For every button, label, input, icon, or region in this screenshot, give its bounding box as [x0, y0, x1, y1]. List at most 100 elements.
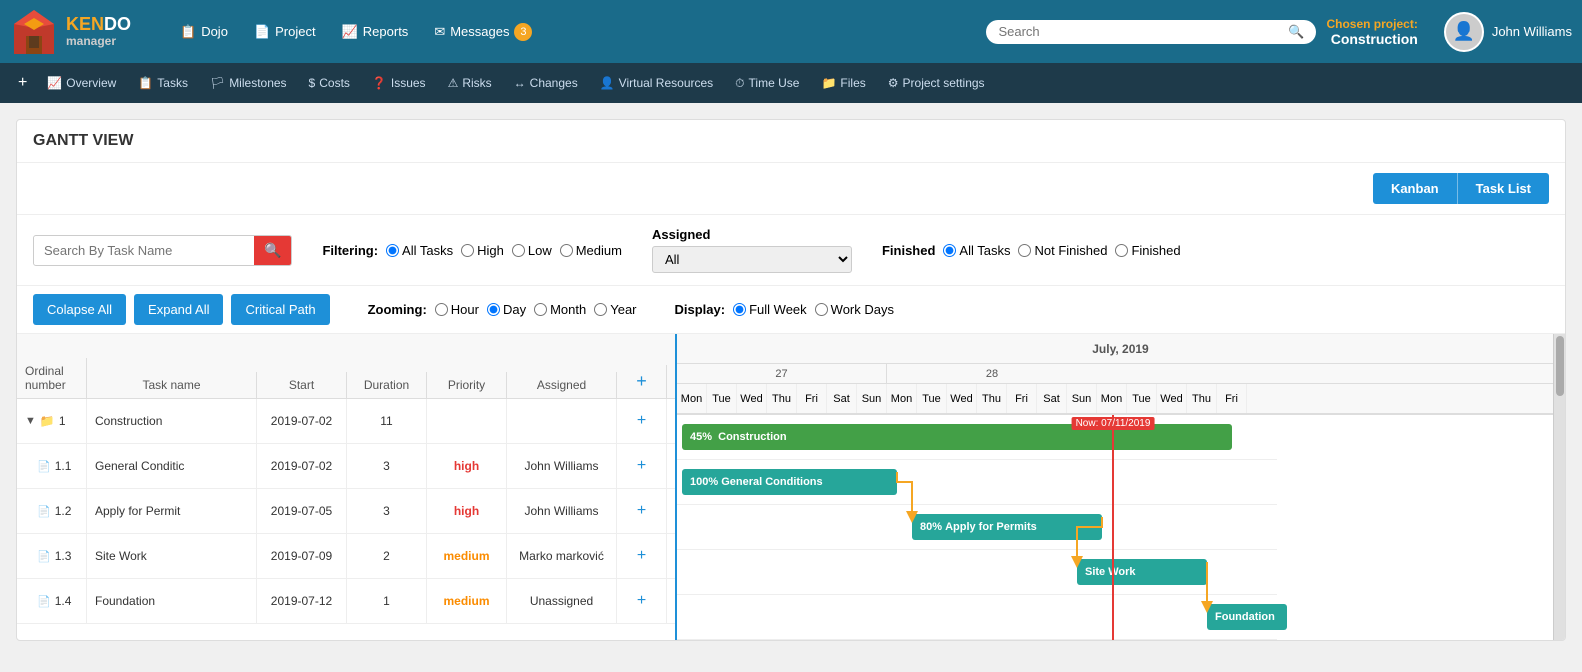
- gantt-row-1-3: Site Work: [677, 550, 1277, 595]
- nav-milestones[interactable]: 🏳 Milestones: [200, 72, 297, 94]
- dojo-icon: 📋: [180, 24, 196, 40]
- td-priority-1-2: high: [427, 489, 507, 533]
- nav-time-use[interactable]: ⏱ Time Use: [725, 72, 809, 95]
- td-taskname-1-4: Foundation: [87, 579, 257, 623]
- scrollbar[interactable]: [1553, 334, 1565, 640]
- kanban-button[interactable]: Kanban: [1373, 173, 1457, 204]
- day-cell-thu3: Thu: [1187, 384, 1217, 413]
- search-input[interactable]: [998, 24, 1288, 39]
- zoom-day[interactable]: Day: [487, 302, 526, 317]
- overview-icon: 📈: [47, 76, 62, 90]
- day-cell-sun1: Sun: [857, 384, 887, 413]
- tasks-icon: 📋: [138, 76, 153, 90]
- task-search-button[interactable]: 🔍: [254, 236, 291, 265]
- folder-icon-1: 📁: [40, 414, 55, 428]
- search-icon: 🔍: [1288, 24, 1304, 40]
- display-fullweek[interactable]: Full Week: [733, 302, 807, 317]
- nav-virtual-resources[interactable]: 👤 Virtual Resources: [590, 72, 723, 94]
- filter-all-tasks[interactable]: All Tasks: [386, 243, 453, 258]
- nav-project[interactable]: 📄 Project: [244, 18, 326, 46]
- td-start-1-4: 2019-07-12: [257, 579, 347, 623]
- finished-yes[interactable]: Finished: [1115, 243, 1180, 258]
- zoom-year[interactable]: Year: [594, 302, 636, 317]
- gantt-month-label: July, 2019: [677, 334, 1565, 363]
- nav-tasks[interactable]: 📋 Tasks: [128, 72, 198, 94]
- time-icon: ⏱: [735, 76, 744, 91]
- task-table-header: Ordinal number Task name Start Duration …: [17, 334, 675, 399]
- zoom-month[interactable]: Month: [534, 302, 586, 317]
- day-cell-mon3: Mon: [1097, 384, 1127, 413]
- add-button[interactable]: +: [10, 70, 35, 96]
- day-cell-sat1: Sat: [827, 384, 857, 413]
- day-cell-fri1: Fri: [797, 384, 827, 413]
- zoom-group: Zooming: Hour Day Month Year: [368, 302, 637, 317]
- collapse-all-button[interactable]: Colapse All: [33, 294, 126, 325]
- td-assigned-1-2: John Williams: [507, 489, 617, 533]
- chosen-project: Chosen project: Construction: [1326, 17, 1417, 47]
- changes-icon: ↔: [514, 76, 526, 90]
- gantt-row-1-1: 100% General Conditions: [677, 460, 1277, 505]
- nav-overview[interactable]: 📈 Overview: [37, 72, 126, 94]
- td-duration-1-3: 2: [347, 534, 427, 578]
- finished-not[interactable]: Not Finished: [1018, 243, 1107, 258]
- filter-medium[interactable]: Medium: [560, 243, 622, 258]
- task-table: Ordinal number Task name Start Duration …: [17, 334, 677, 640]
- day-cell-tue3: Tue: [1127, 384, 1157, 413]
- td-assigned-1-3: Marko marković: [507, 534, 617, 578]
- gantt-rows: Now: 07/11/2019 45% Construction 100% Ge…: [677, 415, 1277, 640]
- expand-all-button[interactable]: Expand All: [134, 294, 223, 325]
- assigned-select[interactable]: All: [652, 246, 852, 273]
- search-box: 🔍: [986, 20, 1316, 44]
- display-group: Display: Full Week Work Days: [675, 302, 894, 317]
- user-name: John Williams: [1492, 24, 1572, 39]
- nav-issues[interactable]: ❓ Issues: [362, 72, 436, 94]
- display-workdays[interactable]: Work Days: [815, 302, 894, 317]
- nav-changes[interactable]: ↔ Changes: [504, 72, 588, 94]
- secondary-nav: + 📈 Overview 📋 Tasks 🏳 Milestones $ Cost…: [0, 63, 1582, 103]
- table-row: 📄 1.2 Apply for Permit 2019-07-05 3 high…: [17, 489, 675, 534]
- td-add-1[interactable]: +: [617, 399, 667, 443]
- col-duration: Duration: [347, 372, 427, 398]
- zoom-label: Zooming:: [368, 302, 427, 317]
- tasklist-button[interactable]: Task List: [1457, 173, 1549, 204]
- day-cell-fri2: Fri: [1007, 384, 1037, 413]
- task-search-input[interactable]: [34, 237, 254, 264]
- td-add-1-3[interactable]: +: [617, 534, 667, 578]
- day-cell-mon2: Mon: [887, 384, 917, 413]
- col-add[interactable]: +: [617, 365, 667, 398]
- nav-project-settings[interactable]: ⚙ Project settings: [878, 72, 995, 94]
- week-27: 27: [677, 364, 887, 383]
- nav-reports[interactable]: 📈 Reports: [332, 18, 419, 46]
- td-priority-1-4: medium: [427, 579, 507, 623]
- day-cell-thu2: Thu: [977, 384, 1007, 413]
- logo[interactable]: KENDO manager: [10, 8, 160, 56]
- nav-messages[interactable]: ✉ Messages 3: [424, 17, 542, 47]
- td-add-1-4[interactable]: +: [617, 579, 667, 623]
- nav-dojo[interactable]: 📋 Dojo: [170, 18, 238, 46]
- gantt-title: GANTT VIEW: [17, 120, 1565, 163]
- td-add-1-2[interactable]: +: [617, 489, 667, 533]
- finished-group: Finished All Tasks Not Finished Finished: [882, 243, 1181, 258]
- td-add-1-1[interactable]: +: [617, 444, 667, 488]
- issues-icon: ❓: [372, 76, 387, 90]
- nav-files[interactable]: 📁 Files: [811, 72, 875, 94]
- top-nav: KENDO manager 📋 Dojo 📄 Project 📈 Reports…: [0, 0, 1582, 63]
- filter-high[interactable]: High: [461, 243, 504, 258]
- td-ordinal-1-1: 📄 1.1: [17, 444, 87, 488]
- td-assigned-1-1: John Williams: [507, 444, 617, 488]
- finished-all[interactable]: All Tasks: [943, 243, 1010, 258]
- zoom-hour[interactable]: Hour: [435, 302, 479, 317]
- td-assigned-1: [507, 399, 617, 443]
- user-area[interactable]: 👤 John Williams: [1444, 12, 1572, 52]
- bar-foundation: Foundation: [1207, 604, 1287, 630]
- nav-costs[interactable]: $ Costs: [299, 72, 360, 94]
- avatar: 👤: [1444, 12, 1484, 52]
- filter-low[interactable]: Low: [512, 243, 552, 258]
- critical-path-button[interactable]: Critical Path: [231, 294, 329, 325]
- nav-risks[interactable]: ⚠ Risks: [438, 72, 502, 94]
- day-cell-tue2: Tue: [917, 384, 947, 413]
- day-cell-thu1: Thu: [767, 384, 797, 413]
- scrollbar-thumb[interactable]: [1556, 336, 1564, 396]
- days-row: Mon Tue Wed Thu Fri Sat Sun Mon Tue Wed …: [677, 384, 1565, 414]
- expand-icon-1[interactable]: ▼: [25, 415, 36, 427]
